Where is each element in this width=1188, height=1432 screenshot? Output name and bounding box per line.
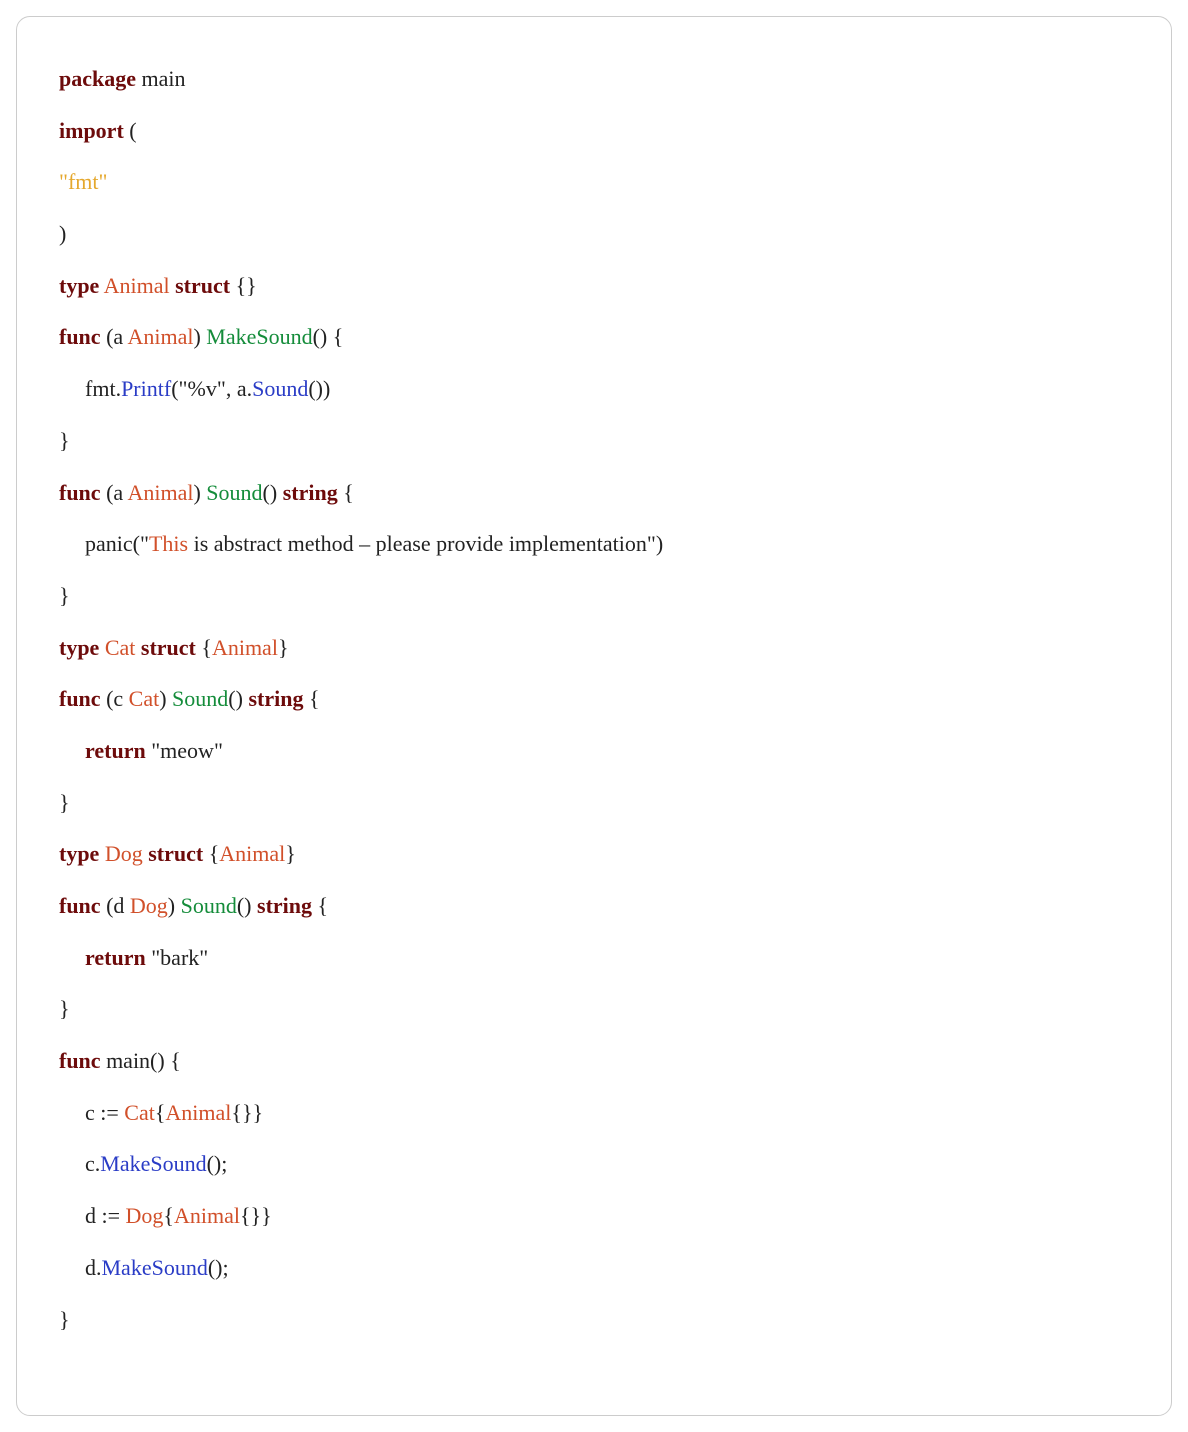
keyword-type: type: [59, 273, 99, 298]
string-literal: "meow": [151, 738, 223, 763]
identifier: c :=: [85, 1100, 124, 1125]
code-line: func (a Animal) MakeSound() {: [59, 311, 1135, 363]
identifier: main: [136, 66, 186, 91]
type-name: Cat: [124, 1100, 155, 1125]
keyword-type: type: [59, 635, 99, 660]
return-type: string: [248, 686, 303, 711]
return-type: string: [283, 480, 338, 505]
word-this: This: [149, 531, 188, 556]
keyword-package: package: [59, 66, 136, 91]
code-block: package main import ( "fmt" ) type Anima…: [16, 16, 1172, 1416]
receiver: (c: [101, 686, 129, 711]
type-name: Animal: [127, 324, 193, 349]
func-name: Sound: [172, 686, 228, 711]
code-line: panic("This is abstract method – please …: [59, 518, 1135, 570]
embedded-type: Animal: [219, 841, 285, 866]
return-type: string: [257, 893, 312, 918]
type-name: Cat: [105, 635, 136, 660]
receiver: (a: [101, 480, 128, 505]
code-line: type Cat struct {Animal}: [59, 622, 1135, 674]
func-call: MakeSound: [102, 1255, 208, 1280]
type-name: Dog: [130, 893, 168, 918]
keyword-struct: struct: [141, 635, 196, 660]
receiver: (d: [101, 893, 130, 918]
func-call: Sound: [252, 376, 308, 401]
func-name: Sound: [206, 480, 262, 505]
identifier: panic(: [85, 531, 140, 556]
code-line: ): [59, 208, 1135, 260]
code-line: return "bark": [59, 932, 1135, 984]
code-line: }: [59, 570, 1135, 622]
type-name: Animal: [165, 1100, 231, 1125]
code-line: return "meow": [59, 725, 1135, 777]
punct: () {: [313, 324, 344, 349]
code-line: "fmt": [59, 156, 1135, 208]
string-text: is abstract method – please provide impl…: [188, 531, 663, 556]
keyword-return: return: [85, 738, 146, 763]
code-line: }: [59, 415, 1135, 467]
type-name: Cat: [129, 686, 160, 711]
code-line: func (c Cat) Sound() string {: [59, 673, 1135, 725]
identifier: fmt: [85, 376, 116, 401]
punct: ): [59, 221, 66, 246]
code-line: type Dog struct {Animal}: [59, 828, 1135, 880]
code-line: d.MakeSound();: [59, 1242, 1135, 1294]
func-name: Sound: [181, 893, 237, 918]
brace-close: }: [59, 428, 70, 453]
type-name: Animal: [104, 273, 170, 298]
func-name: MakeSound: [206, 324, 312, 349]
keyword-func: func: [59, 324, 101, 349]
type-name: Animal: [174, 1203, 240, 1228]
punct: (: [124, 118, 137, 143]
keyword-func: func: [59, 1048, 101, 1073]
code-line: func (d Dog) Sound() string {: [59, 880, 1135, 932]
keyword-func: func: [59, 686, 101, 711]
embedded-type: Animal: [212, 635, 278, 660]
code-line: c := Cat{Animal{}}: [59, 1087, 1135, 1139]
code-line: func main() {: [59, 1035, 1135, 1087]
code-line: type Animal struct {}: [59, 260, 1135, 312]
type-name: Animal: [127, 480, 193, 505]
code-line: }: [59, 983, 1135, 1035]
code-line: c.MakeSound();: [59, 1138, 1135, 1190]
code-line: }: [59, 777, 1135, 829]
brace-close: }: [59, 996, 70, 1021]
keyword-return: return: [85, 945, 146, 970]
code-line: d := Dog{Animal{}}: [59, 1190, 1135, 1242]
code-line: import (: [59, 105, 1135, 157]
string-literal: "fmt": [59, 169, 108, 194]
code-line: package main: [59, 53, 1135, 105]
keyword-func: func: [59, 480, 101, 505]
code-line: func (a Animal) Sound() string {: [59, 467, 1135, 519]
keyword-type: type: [59, 841, 99, 866]
string-literal: "bark": [151, 945, 208, 970]
braces: {}: [230, 273, 257, 298]
keyword-struct: struct: [175, 273, 230, 298]
identifier: main() {: [101, 1048, 181, 1073]
identifier: c.: [85, 1151, 100, 1176]
string-literal: "%v": [179, 376, 226, 401]
identifier: d.: [85, 1255, 102, 1280]
type-name: Dog: [126, 1203, 164, 1228]
type-name: Dog: [105, 841, 143, 866]
code-line: fmt.Printf("%v", a.Sound()): [59, 363, 1135, 415]
func-call: Printf: [121, 376, 171, 401]
brace-close: }: [59, 1307, 70, 1332]
keyword-import: import: [59, 118, 124, 143]
brace-close: }: [59, 583, 70, 608]
keyword-struct: struct: [148, 841, 203, 866]
keyword-func: func: [59, 893, 101, 918]
func-call: MakeSound: [100, 1151, 206, 1176]
identifier: d :=: [85, 1203, 126, 1228]
receiver: (a: [101, 324, 128, 349]
brace-close: }: [59, 790, 70, 815]
code-line: }: [59, 1294, 1135, 1346]
